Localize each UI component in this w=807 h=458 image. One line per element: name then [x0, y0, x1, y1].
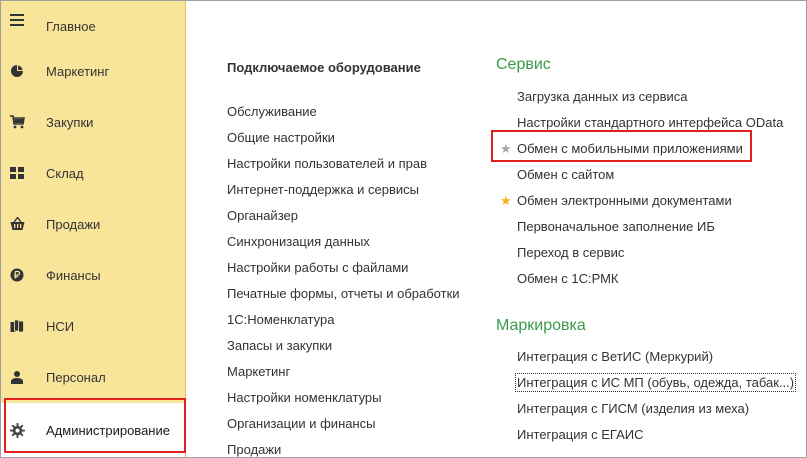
link-data-sync[interactable]: Синхронизация данных: [227, 234, 370, 249]
sidebar-item-nsi[interactable]: НСИ: [1, 301, 185, 352]
sidebar-item-label: Главное: [46, 19, 96, 34]
link-odata-settings[interactable]: Настройки стандартного интерфейса OData: [517, 115, 783, 130]
link-marketing[interactable]: Маркетинг: [227, 364, 290, 379]
link-user-settings[interactable]: Настройки пользователей и прав: [227, 156, 427, 171]
sidebar-item-finance[interactable]: Финансы: [1, 250, 185, 301]
sidebar-item-sales[interactable]: Продажи: [1, 199, 185, 250]
menu-lines-icon: [9, 12, 25, 28]
link-mobile-exchange[interactable]: Обмен с мобильными приложениями: [517, 141, 743, 156]
link-site-exchange[interactable]: Обмен с сайтом: [517, 167, 614, 182]
link-ismp-integration[interactable]: Интеграция с ИС МП (обувь, одежда, табак…: [514, 373, 797, 392]
ruble-coin-icon: [9, 267, 25, 283]
link-sales[interactable]: Продажи: [227, 442, 281, 457]
link-stock-purchases[interactable]: Запасы и закупки: [227, 338, 332, 353]
sections-sidebar: Главное Маркетинг Закупки Склад Продажи: [1, 1, 186, 457]
section-title-equipment: Подключаемое оборудование: [227, 60, 421, 75]
sidebar-item-label: Финансы: [46, 268, 101, 283]
documents-icon: [9, 318, 25, 334]
pie-chart-icon: [9, 63, 25, 79]
sidebar-item-warehouse[interactable]: Склад: [1, 148, 185, 199]
link-move-to-service[interactable]: Переход в сервис: [517, 245, 624, 260]
link-edi-exchange[interactable]: Обмен электронными документами: [517, 193, 732, 208]
sidebar-item-label: Склад: [46, 166, 84, 181]
sidebar-item-personnel[interactable]: Персонал: [1, 352, 185, 403]
sidebar-item-label: Персонал: [46, 370, 106, 385]
person-icon: [9, 369, 25, 385]
link-organizer[interactable]: Органайзер: [227, 208, 298, 223]
section-title-marking: Маркировка: [496, 317, 586, 334]
favorite-star-icon[interactable]: ★: [500, 194, 512, 207]
cart-icon: [9, 114, 25, 130]
link-organizations-finance[interactable]: Организации и финансы: [227, 416, 376, 431]
link-1c-nomenclature[interactable]: 1С:Номенклатура: [227, 312, 334, 327]
basket-icon: [9, 216, 25, 232]
sidebar-item-label: Продажи: [46, 217, 101, 232]
app-window: Главное Маркетинг Закупки Склад Продажи: [0, 0, 807, 458]
link-general-settings[interactable]: Общие настройки: [227, 130, 335, 145]
sidebar-item-label: Закупки: [46, 115, 94, 130]
link-rmk-exchange[interactable]: Обмен с 1С:РМК: [517, 271, 619, 286]
link-gism-integration[interactable]: Интеграция с ГИСМ (изделия из меха): [517, 401, 749, 416]
sidebar-item-administration[interactable]: Администрирование: [1, 403, 185, 457]
sidebar-item-purchases[interactable]: Закупки: [1, 97, 185, 148]
sidebar-item-marketing[interactable]: Маркетинг: [1, 46, 185, 97]
link-maintenance[interactable]: Обслуживание: [227, 104, 317, 119]
gear-icon: [9, 422, 25, 438]
link-nomenclature-settings[interactable]: Настройки номенклатуры: [227, 390, 382, 405]
sidebar-item-label: НСИ: [46, 319, 75, 334]
favorite-star-icon[interactable]: ★: [500, 142, 512, 155]
link-initial-fill[interactable]: Первоначальное заполнение ИБ: [517, 219, 715, 234]
link-print-forms[interactable]: Печатные формы, отчеты и обработки: [227, 286, 460, 301]
sidebar-item-label: Маркетинг: [46, 64, 110, 79]
warehouse-grid-icon: [9, 165, 25, 181]
link-load-data-service[interactable]: Загрузка данных из сервиса: [517, 89, 688, 104]
link-vetis-integration[interactable]: Интеграция с ВетИС (Меркурий): [517, 349, 713, 364]
sidebar-item-main[interactable]: Главное: [1, 1, 185, 52]
link-egais-integration[interactable]: Интеграция с ЕГАИС: [517, 427, 643, 442]
section-title-service: Сервис: [496, 56, 551, 73]
link-file-settings[interactable]: Настройки работы с файлами: [227, 260, 408, 275]
link-internet-support[interactable]: Интернет-поддержка и сервисы: [227, 182, 419, 197]
sidebar-item-label: Администрирование: [46, 422, 170, 438]
